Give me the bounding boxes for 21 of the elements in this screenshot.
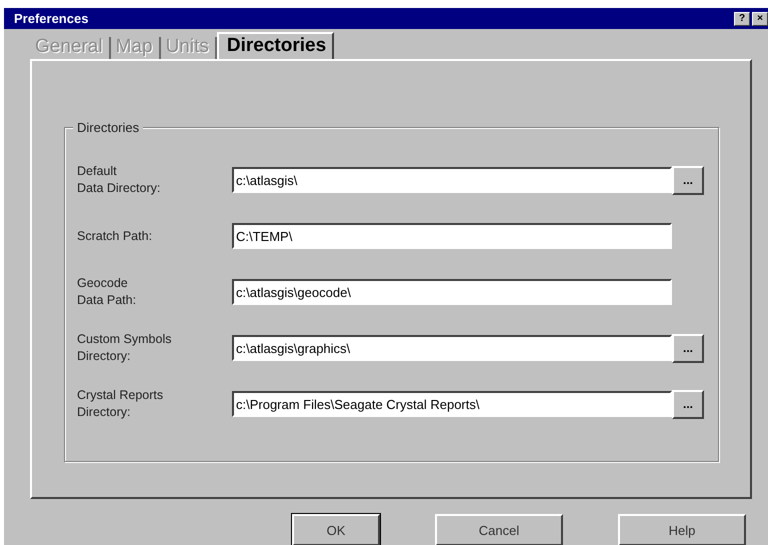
input-field[interactable]: c:\atlasgis\graphics\ [232, 335, 672, 361]
input-field[interactable]: C:\TEMP\ [232, 223, 672, 249]
input-field[interactable]: c:\atlasgis\ [232, 167, 672, 193]
field-label: Geocode Data Path: [77, 275, 138, 309]
help-button[interactable]: ? [734, 12, 750, 26]
close-button[interactable]: × [752, 12, 768, 26]
browse-button[interactable]: ... [672, 390, 704, 418]
browse-button[interactable]: ... [672, 166, 704, 194]
dialog-button[interactable]: Cancel [435, 514, 563, 545]
tab[interactable]: Directories [216, 32, 334, 59]
browse-button[interactable]: ... [672, 334, 704, 362]
field-label: Scratch Path: [77, 228, 154, 244]
field-label: Crystal Reports Directory: [77, 387, 164, 421]
field-label: Custom Symbols Directory: [77, 331, 172, 365]
field-label: Default Data Directory: [77, 163, 162, 197]
window-title: Preferences [14, 11, 88, 26]
input-field[interactable]: c:\atlasgis\geocode\ [232, 279, 672, 305]
input-field[interactable]: c:\Program Files\Seagate Crystal Reports\ [232, 391, 672, 417]
dialog-button[interactable]: OK [292, 514, 380, 545]
dialog-button[interactable]: Help [618, 514, 746, 545]
group-title: Directories [73, 120, 144, 135]
